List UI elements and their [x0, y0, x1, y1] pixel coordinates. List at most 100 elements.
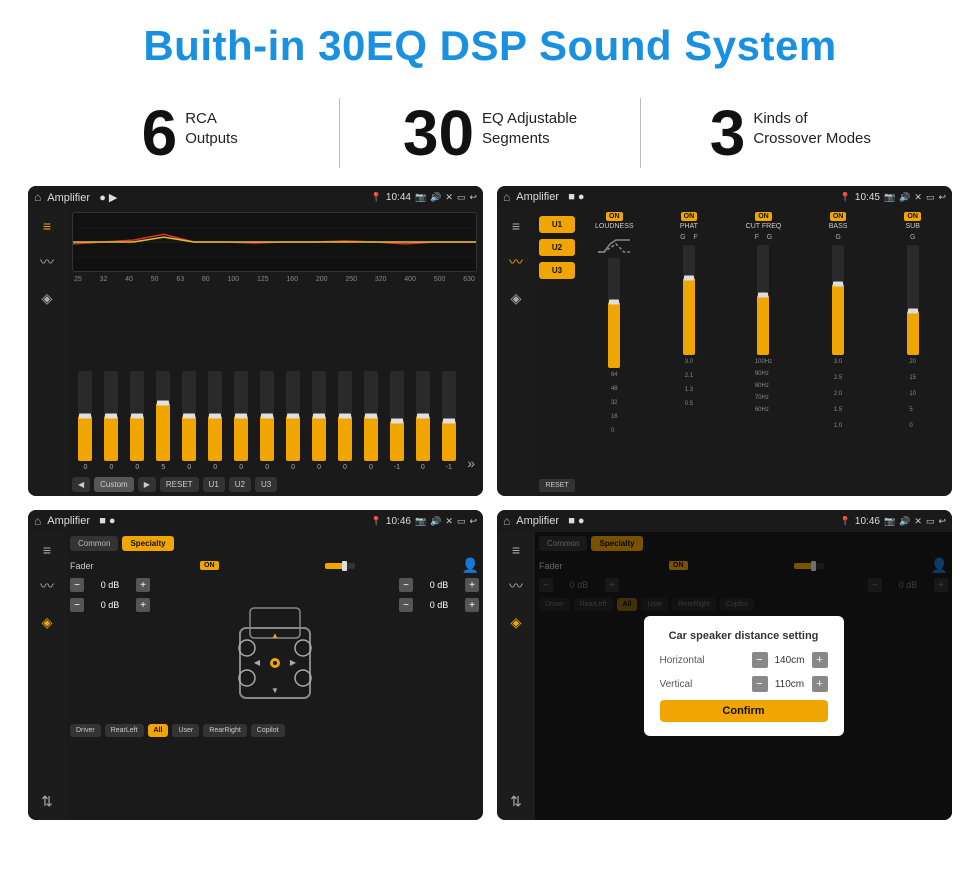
ch-cutfreq-slider[interactable] [757, 245, 769, 355]
fader-minus-l2[interactable]: − [70, 598, 84, 612]
eq-slider-col-5[interactable]: 0 [178, 371, 201, 471]
ch-loudness-slider[interactable] [608, 258, 620, 368]
back-icon-eq[interactable]: ↩ [469, 192, 477, 203]
eq-lbl-400: 400 [404, 276, 416, 283]
fader-minus-r1[interactable]: − [399, 578, 413, 592]
nav-eq-icon-dlg[interactable]: ≡ [512, 542, 520, 558]
time-cx: 10:45 [855, 192, 880, 203]
nav-wave-icon[interactable]: 〰 [40, 252, 54, 272]
eq-reset-btn[interactable]: RESET [160, 477, 199, 492]
fader-horiz-slider[interactable] [325, 563, 355, 569]
nav-wave-icon-cx[interactable]: 〰 [509, 252, 523, 272]
ch-phat-slider[interactable] [683, 245, 695, 355]
back-icon-fd[interactable]: ↩ [469, 516, 477, 527]
fader-plus-l1[interactable]: + [136, 578, 150, 592]
btn-driver[interactable]: Driver [70, 724, 101, 737]
btn-user[interactable]: User [172, 724, 199, 737]
eq-expand-icon[interactable]: » [467, 455, 475, 471]
x-icon-dlg: ✕ [914, 516, 922, 527]
ch-bass-on[interactable]: ON [830, 212, 847, 221]
eq-slider-col-13[interactable]: -1 [385, 371, 408, 471]
ch-cutfreq-on[interactable]: ON [755, 212, 772, 221]
ch-loudness-on[interactable]: ON [606, 212, 623, 221]
vertical-plus-btn[interactable]: + [812, 676, 828, 692]
btn-rearleft[interactable]: RearLeft [105, 724, 144, 737]
profile-icon-fd[interactable]: 👤 [462, 557, 479, 574]
volume-icon-cx: 🔊 [899, 192, 910, 203]
eq-slider-col-4[interactable]: 5 [152, 371, 175, 471]
nav-speaker-icon-fd[interactable]: ◈ [42, 614, 53, 631]
eq-slider-col-3[interactable]: 0 [126, 371, 149, 471]
fader-plus-r1[interactable]: + [465, 578, 479, 592]
home-icon-dlg[interactable]: ⌂ [503, 514, 510, 528]
app-name-cx: Amplifier ■ ● [516, 191, 833, 203]
ch-phat-on[interactable]: ON [681, 212, 698, 221]
home-icon-cx[interactable]: ⌂ [503, 190, 510, 204]
btn-all[interactable]: All [148, 724, 169, 737]
confirm-button[interactable]: Confirm [660, 700, 828, 722]
divider-1 [339, 98, 340, 168]
eq-slider-col-10[interactable]: 0 [308, 371, 331, 471]
eq-slider-col-7[interactable]: 0 [230, 371, 253, 471]
eq-slider-col-9[interactable]: 0 [282, 371, 305, 471]
cx-reset-btn[interactable]: RESET [539, 479, 575, 492]
eq-slider-col-8[interactable]: 0 [256, 371, 279, 471]
page-title: Buith-in 30EQ DSP Sound System [0, 0, 980, 88]
eq-sliders-container: 0 0 0 5 0 [72, 287, 477, 471]
preset-u1[interactable]: U1 [539, 216, 575, 233]
fader-plus-l2[interactable]: + [136, 598, 150, 612]
location-icon-cx: 📍 [840, 192, 851, 203]
home-icon-eq[interactable]: ⌂ [34, 190, 41, 204]
eq-slider-col-6[interactable]: 0 [204, 371, 227, 471]
eq-u1-btn[interactable]: U1 [203, 477, 225, 492]
fader-on-badge[interactable]: ON [200, 561, 219, 570]
nav-speaker-icon-cx[interactable]: ◈ [511, 290, 522, 307]
nav-speaker-icon[interactable]: ◈ [42, 290, 53, 307]
eq-play-btn[interactable]: ▶ [138, 477, 156, 492]
btn-copilot[interactable]: Copilot [251, 724, 285, 737]
back-icon-dlg[interactable]: ↩ [938, 516, 946, 527]
fader-plus-r2[interactable]: + [465, 598, 479, 612]
eq-u2-btn[interactable]: U2 [229, 477, 251, 492]
horizontal-minus-btn[interactable]: − [752, 652, 768, 668]
nav-eq-icon[interactable]: ≡ [43, 218, 51, 234]
tab-specialty[interactable]: Specialty [122, 536, 173, 551]
eq-slider-col-14[interactable]: 0 [411, 371, 434, 471]
preset-u2[interactable]: U2 [539, 239, 575, 256]
nav-eq-icon-cx[interactable]: ≡ [512, 218, 520, 234]
horizontal-plus-btn[interactable]: + [812, 652, 828, 668]
nav-arrows-icon-dlg[interactable]: ⇅ [510, 793, 522, 810]
status-icons-dlg: 📍 10:46 📷 🔊 ✕ ▭ ↩ [840, 516, 946, 527]
eq-slider-col-12[interactable]: 0 [359, 371, 382, 471]
fader-minus-r2[interactable]: − [399, 598, 413, 612]
eq-prev-btn[interactable]: ◀ [72, 477, 90, 492]
x-icon-cx: ✕ [914, 192, 922, 203]
eq-slider-col-2[interactable]: 0 [100, 371, 123, 471]
sidebar-dlg: ≡ 〰 ◈ ⇅ [497, 532, 535, 820]
preset-u3[interactable]: U3 [539, 262, 575, 279]
nav-arrows-icon-fd[interactable]: ⇅ [41, 793, 53, 810]
horizontal-value: 140cm [772, 655, 808, 666]
nav-speaker-icon-dlg[interactable]: ◈ [511, 614, 522, 631]
eq-u3-btn[interactable]: U3 [255, 477, 277, 492]
nav-eq-icon-fd[interactable]: ≡ [43, 542, 51, 558]
fader-screen-card: ⌂ Amplifier ■ ● 📍 10:46 📷 🔊 ✕ ▭ ↩ ≡ 〰 ◈ … [28, 510, 483, 820]
eq-preset-custom[interactable]: Custom [94, 477, 134, 492]
back-icon-cx[interactable]: ↩ [938, 192, 946, 203]
ch-sub-slider[interactable] [907, 245, 919, 355]
nav-wave-icon-fd[interactable]: 〰 [40, 576, 54, 596]
vertical-minus-btn[interactable]: − [752, 676, 768, 692]
nav-wave-icon-dlg[interactable]: 〰 [509, 576, 523, 596]
eq-slider-col-1[interactable]: 0 [74, 371, 97, 471]
home-icon-fd[interactable]: ⌂ [34, 514, 41, 528]
eq-lbl-80: 80 [202, 276, 210, 283]
eq-slider-col-11[interactable]: 0 [334, 371, 357, 471]
ch-sub-on[interactable]: ON [904, 212, 921, 221]
eq-slider-col-15[interactable]: -1 [437, 371, 460, 471]
btn-rearright[interactable]: RearRight [203, 724, 247, 737]
fader-minus-l1[interactable]: − [70, 578, 84, 592]
tab-common[interactable]: Common [70, 536, 118, 551]
ch-bass-slider[interactable] [832, 245, 844, 355]
eq-lbl-50: 50 [151, 276, 159, 283]
ch-bass-name: BASS [829, 223, 848, 230]
